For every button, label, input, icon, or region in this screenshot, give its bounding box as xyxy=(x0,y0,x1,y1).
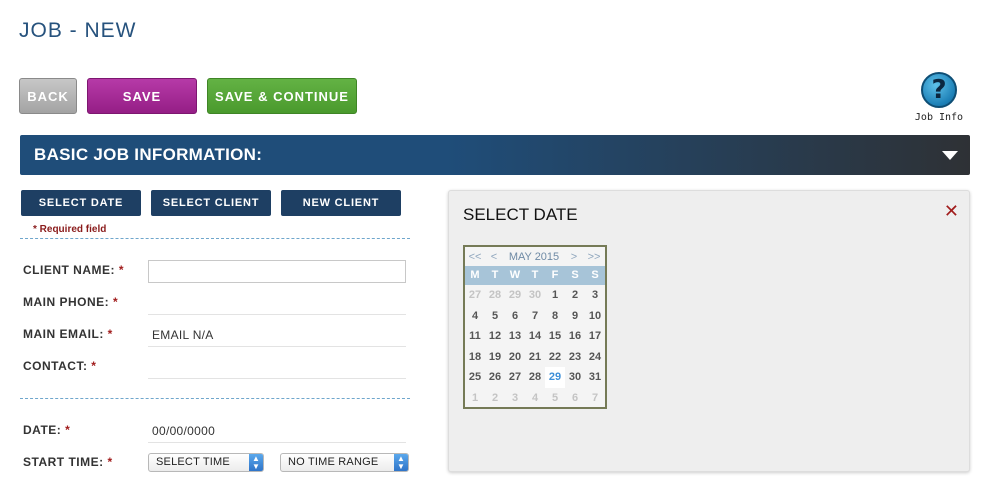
date-label: DATE: * xyxy=(23,423,71,437)
select-arrows-icon: ▲ ▼ xyxy=(249,454,263,471)
divider xyxy=(20,238,410,239)
calendar-day[interactable]: 5 xyxy=(545,388,565,409)
calendar-weekdays: MTWTFSS xyxy=(465,266,605,285)
calendar-day[interactable]: 2 xyxy=(565,285,585,306)
toolbar: BACK SAVE SAVE & CONTINUE xyxy=(19,78,357,114)
main-phone-field xyxy=(148,314,406,315)
weekday-label: F xyxy=(551,269,559,281)
start-time-value: SELECT TIME xyxy=(156,456,230,468)
calendar-day[interactable]: 27 xyxy=(465,285,485,306)
job-info-help[interactable]: ? Job Info xyxy=(913,72,965,123)
close-icon[interactable]: ✕ xyxy=(944,201,959,222)
required-field-note: * Required field xyxy=(33,224,107,235)
calendar-day[interactable]: 9 xyxy=(565,306,585,327)
divider xyxy=(20,398,410,399)
calendar-day[interactable]: 29 xyxy=(505,285,525,306)
calendar-day[interactable]: 4 xyxy=(465,306,485,327)
section-title: BASIC JOB INFORMATION: xyxy=(34,145,263,164)
calendar-day[interactable]: 12 xyxy=(485,326,505,347)
calendar-day[interactable]: 3 xyxy=(585,285,605,306)
calendar-month-label: MAY 2015 xyxy=(508,250,560,263)
select-date-button[interactable]: SELECT DATE xyxy=(21,190,141,216)
calendar-days: 27 28 29 30 1 2 3 4 5 6 7 8 9 10 11 12 13 14 15 16 17 18 19 20 2… xyxy=(465,285,605,408)
prev-month-button[interactable]: < xyxy=(485,251,503,263)
next-year-button[interactable]: >> xyxy=(583,251,605,263)
date-value: 00/00/0000 xyxy=(152,424,216,438)
date-field xyxy=(148,442,406,443)
calendar-day[interactable]: 20 xyxy=(505,347,525,368)
calendar-nav: << < MAY 2015 > >> xyxy=(465,247,605,266)
save-and-continue-button[interactable]: SAVE & CONTINUE xyxy=(207,78,357,114)
client-name-label: CLIENT NAME: * xyxy=(23,263,125,277)
weekday-label: W xyxy=(509,269,521,281)
start-time-select[interactable]: SELECT TIME ▲ ▼ xyxy=(148,453,264,472)
calendar-day[interactable]: 6 xyxy=(565,388,585,409)
weekday-label: S xyxy=(571,269,579,281)
calendar-day[interactable]: 18 xyxy=(465,347,485,368)
calendar: << < MAY 2015 > >> MTWTFSS 27 28 29 30 1 2 3 4 5… xyxy=(463,245,607,409)
calendar-day[interactable]: 1 xyxy=(545,285,565,306)
calendar-day[interactable]: 28 xyxy=(485,285,505,306)
main-email-value: EMAIL N/A xyxy=(152,328,214,342)
calendar-day[interactable]: 23 xyxy=(565,347,585,368)
weekday-label: M xyxy=(470,269,480,281)
caret-down-icon[interactable] xyxy=(942,150,958,160)
next-month-button[interactable]: > xyxy=(565,251,583,263)
calendar-day[interactable]: 8 xyxy=(545,306,565,327)
contact-label: CONTACT: * xyxy=(23,359,97,373)
main-email-label: MAIN EMAIL: * xyxy=(23,327,113,341)
calendar-day[interactable]: 1 xyxy=(465,388,485,409)
client-actions: SELECT DATE SELECT CLIENT NEW CLIENT xyxy=(21,190,401,216)
job-info-label: Job Info xyxy=(914,112,964,123)
weekday-label: T xyxy=(491,269,499,281)
select-client-button[interactable]: SELECT CLIENT xyxy=(151,190,271,216)
calendar-day[interactable]: 13 xyxy=(505,326,525,347)
calendar-day[interactable]: 26 xyxy=(485,367,505,388)
calendar-day[interactable]: 5 xyxy=(485,306,505,327)
calendar-day[interactable]: 28 xyxy=(525,367,545,388)
date-panel-title: SELECT DATE xyxy=(463,205,578,224)
calendar-day[interactable]: 17 xyxy=(585,326,605,347)
calendar-day[interactable]: 30 xyxy=(525,285,545,306)
calendar-day[interactable]: 2 xyxy=(485,388,505,409)
calendar-day[interactable]: 25 xyxy=(465,367,485,388)
calendar-day[interactable]: 19 xyxy=(485,347,505,368)
calendar-day[interactable]: 3 xyxy=(505,388,525,409)
calendar-day[interactable]: 14 xyxy=(525,326,545,347)
calendar-day[interactable]: 15 xyxy=(545,326,565,347)
contact-field xyxy=(148,378,406,379)
calendar-day[interactable]: 31 xyxy=(585,367,605,388)
calendar-day[interactable]: 21 xyxy=(525,347,545,368)
client-name-input[interactable] xyxy=(148,260,406,283)
help-question-icon[interactable]: ? xyxy=(921,72,957,108)
calendar-day[interactable]: 7 xyxy=(525,306,545,327)
main-phone-label: MAIN PHONE: * xyxy=(23,295,119,309)
calendar-day[interactable]: 22 xyxy=(545,347,565,368)
start-time-label: START TIME: * xyxy=(23,455,113,469)
calendar-day-selected[interactable]: 29 xyxy=(545,367,565,388)
main-email-field xyxy=(148,346,406,347)
back-button[interactable]: BACK xyxy=(19,78,77,114)
basic-job-info-header[interactable]: BASIC JOB INFORMATION: xyxy=(20,135,970,175)
select-arrows-icon: ▲ ▼ xyxy=(394,454,408,471)
calendar-day[interactable]: 4 xyxy=(525,388,545,409)
calendar-day[interactable]: 11 xyxy=(465,326,485,347)
calendar-day[interactable]: 30 xyxy=(565,367,585,388)
calendar-day[interactable]: 10 xyxy=(585,306,605,327)
page-title: JOB - NEW xyxy=(19,19,137,42)
calendar-day[interactable]: 7 xyxy=(585,388,605,409)
weekday-label: T xyxy=(531,269,539,281)
select-date-panel: SELECT DATE ✕ << < MAY 2015 > >> MTWTFSS… xyxy=(448,190,970,472)
save-button[interactable]: SAVE xyxy=(87,78,197,114)
time-range-select[interactable]: NO TIME RANGE ▲ ▼ xyxy=(280,453,409,472)
time-range-value: NO TIME RANGE xyxy=(288,456,379,468)
calendar-day[interactable]: 6 xyxy=(505,306,525,327)
calendar-day[interactable]: 27 xyxy=(505,367,525,388)
new-client-button[interactable]: NEW CLIENT xyxy=(281,190,401,216)
calendar-day[interactable]: 24 xyxy=(585,347,605,368)
weekday-label: S xyxy=(591,269,599,281)
calendar-day[interactable]: 16 xyxy=(565,326,585,347)
prev-year-button[interactable]: << xyxy=(465,251,485,263)
